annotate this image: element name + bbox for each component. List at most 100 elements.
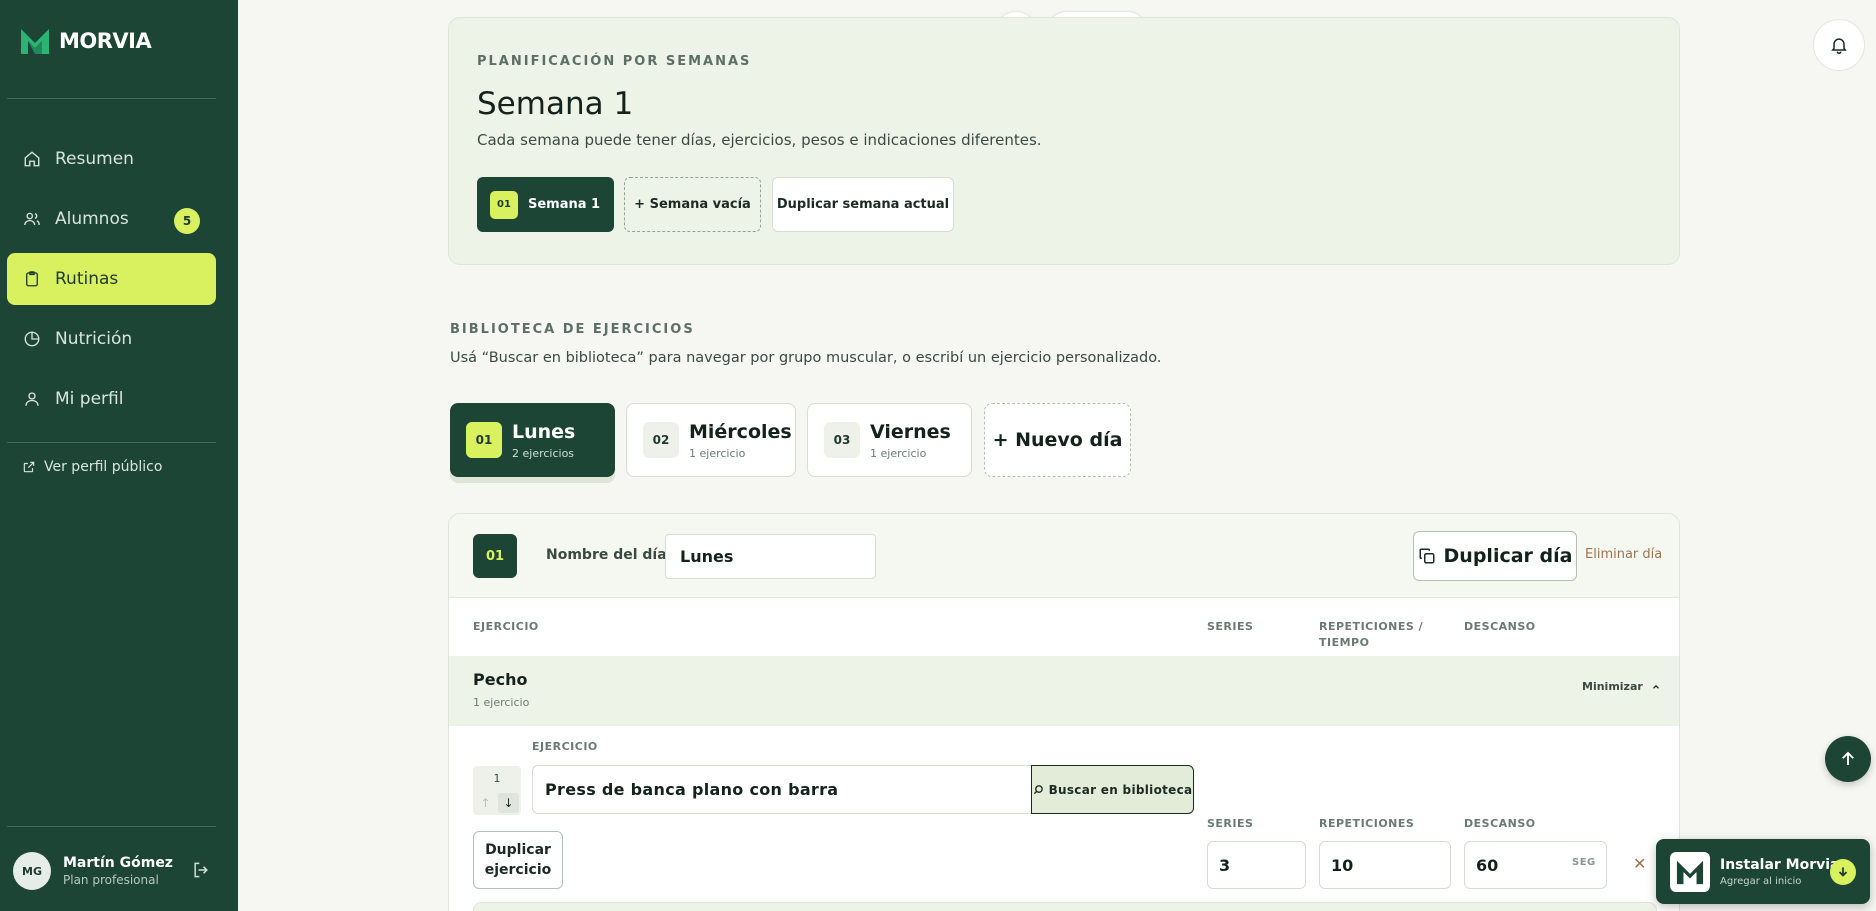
morvia-app-icon xyxy=(1670,851,1710,892)
muscle-group-name: Pecho xyxy=(473,670,528,689)
brand-logo[interactable]: MORVIA xyxy=(19,26,152,56)
day-editor-card: 01 Nombre del día Duplicar día Eliminar … xyxy=(448,513,1680,911)
day-tab-miercoles[interactable]: 02 Miércoles 1 ejercicio xyxy=(626,403,796,477)
day-tab-lunes[interactable]: 01 Lunes 2 ejercicios xyxy=(450,403,615,477)
notifications-button[interactable] xyxy=(1813,19,1865,71)
week-label: Semana 1 xyxy=(528,197,601,212)
move-up-arrow-icon[interactable]: ↑ xyxy=(475,793,496,813)
minimize-label: Minimizar xyxy=(1582,680,1643,693)
arrow-up-icon xyxy=(1842,751,1854,765)
exercise-field-label: EJERCICIO xyxy=(532,740,598,753)
column-header-rest: DESCANSO xyxy=(1464,620,1536,633)
public-link-label: Ver perfil público xyxy=(44,459,163,475)
day-exercise-count: 2 ejercicios xyxy=(512,446,575,460)
download-icon xyxy=(1830,859,1856,885)
week-tab-1[interactable]: 01 Semana 1 xyxy=(477,177,614,232)
day-name: Miércoles xyxy=(689,420,792,443)
install-subtitle: Agregar al inicio xyxy=(1720,875,1802,887)
sidebar-item-nutricion[interactable]: Nutrición xyxy=(7,313,216,365)
library-description: Usá “Buscar en biblioteca” para navegar … xyxy=(450,350,1162,366)
search-icon xyxy=(1033,785,1043,795)
series-input[interactable] xyxy=(1207,841,1306,889)
sidebar-divider xyxy=(7,98,216,99)
day-name: Viernes xyxy=(870,420,951,443)
weeks-planning-card: PLANIFICACIÓN POR SEMANAS Semana 1 Cada … xyxy=(448,17,1680,265)
sidebar-item-resumen[interactable]: Resumen xyxy=(7,133,216,185)
remove-exercise-close-icon[interactable]: ✕ xyxy=(1633,854,1646,873)
day-badge: 01 xyxy=(473,534,517,578)
column-header-exercise: EJERCICIO xyxy=(473,620,539,633)
bell-icon xyxy=(1831,38,1847,55)
day-number: 02 xyxy=(643,422,679,458)
alumnos-count-badge: 5 xyxy=(174,208,200,234)
sidebar-item-rutinas[interactable]: Rutinas xyxy=(7,253,216,305)
week-number: 01 xyxy=(490,190,518,219)
sidebar-divider xyxy=(7,442,216,443)
morvia-logo-icon xyxy=(21,29,49,54)
day-exercise-count: 1 ejercicio xyxy=(689,446,746,460)
muscle-group-count: 1 ejercicio xyxy=(473,696,530,709)
sidebar-item-label: Mi perfil xyxy=(55,389,124,409)
minimize-group-button[interactable]: Minimizar xyxy=(1582,680,1661,693)
weeks-eyebrow: PLANIFICACIÓN POR SEMANAS xyxy=(477,54,752,69)
muscle-group-row: Pecho 1 ejercicio Minimizar xyxy=(449,656,1679,726)
week-title: Semana 1 xyxy=(477,86,634,122)
duplicate-week-button[interactable]: Duplicar semana actual xyxy=(772,177,954,232)
brand-name: MORVIA xyxy=(59,29,152,53)
day-number: 03 xyxy=(824,422,860,458)
duplicate-day-button[interactable]: Duplicar día xyxy=(1413,531,1577,581)
exercise-order-control: 1 ↑ ↓ xyxy=(473,766,521,815)
day-header: 01 Nombre del día Duplicar día Eliminar … xyxy=(449,514,1679,598)
user-name: Martín Gómez xyxy=(63,855,173,871)
clipboard-icon xyxy=(26,271,38,287)
view-public-profile-link[interactable]: Ver perfil público xyxy=(22,459,162,475)
reps-input[interactable] xyxy=(1319,841,1451,889)
logout-icon[interactable] xyxy=(191,860,211,880)
day-name-input[interactable] xyxy=(665,534,876,579)
install-title: Instalar Morvia xyxy=(1720,856,1840,873)
sidebar-item-mi-perfil[interactable]: Mi perfil xyxy=(7,373,216,425)
rest-unit: SEG xyxy=(1572,857,1596,868)
install-app-banner[interactable]: Instalar Morvia Agregar al inicio xyxy=(1656,839,1870,904)
duplicate-exercise-button[interactable]: Duplicar ejercicio xyxy=(473,831,563,889)
day-name: Lunes xyxy=(512,420,576,443)
user-plan: Plan profesional xyxy=(63,873,159,887)
duplicate-day-label: Duplicar día xyxy=(1443,545,1573,567)
users-icon xyxy=(24,212,40,226)
search-library-label: Buscar en biblioteca xyxy=(1048,782,1193,797)
sidebar-item-label: Rutinas xyxy=(55,269,119,289)
external-link-icon xyxy=(23,461,35,473)
sidebar-item-label: Resumen xyxy=(55,149,134,169)
search-library-button[interactable]: Buscar en biblioteca xyxy=(1031,765,1194,814)
library-eyebrow: BIBLIOTECA DE EJERCICIOS xyxy=(450,322,695,337)
copy-icon xyxy=(1419,548,1435,564)
add-day-button[interactable]: + Nuevo día xyxy=(984,403,1131,477)
delete-day-link[interactable]: Eliminar día xyxy=(1585,547,1662,562)
sidebar-item-alumnos[interactable]: Alumnos 5 xyxy=(7,193,216,245)
scroll-to-top-button[interactable] xyxy=(1825,736,1871,782)
series-label: SERIES xyxy=(1207,817,1254,830)
home-icon xyxy=(24,151,40,167)
reps-label: REPETICIONES xyxy=(1319,817,1415,830)
exercise-name-input[interactable] xyxy=(532,765,1032,814)
sidebar-divider xyxy=(7,826,216,827)
pie-chart-icon xyxy=(24,331,40,347)
day-exercise-count: 1 ejercicio xyxy=(870,446,927,460)
user-card[interactable]: MG Martín Gómez Plan profesional xyxy=(13,852,173,890)
add-empty-week-button[interactable]: + Semana vacía xyxy=(624,177,761,232)
avatar: MG xyxy=(13,852,51,890)
week-description: Cada semana puede tener días, ejercicios… xyxy=(477,131,1042,149)
day-number: 01 xyxy=(466,422,502,458)
column-header-series: SERIES xyxy=(1207,620,1254,633)
exercise-order-number: 1 xyxy=(493,772,501,785)
chevron-up-icon xyxy=(1652,684,1659,689)
sidebar-item-label: Alumnos xyxy=(55,209,129,229)
day-name-label: Nombre del día xyxy=(546,547,667,563)
next-exercise-row xyxy=(473,902,1657,911)
sidebar: MORVIA Resumen Alumnos 5 Rutinas Nutrici… xyxy=(0,0,238,911)
sidebar-item-label: Nutrición xyxy=(55,329,133,349)
column-header-reps: REPETICIONES / TIEMPO xyxy=(1319,620,1424,649)
rest-label: DESCANSO xyxy=(1464,817,1536,830)
day-tab-viernes[interactable]: 03 Viernes 1 ejercicio xyxy=(807,403,972,477)
move-down-arrow-icon[interactable]: ↓ xyxy=(498,793,519,813)
